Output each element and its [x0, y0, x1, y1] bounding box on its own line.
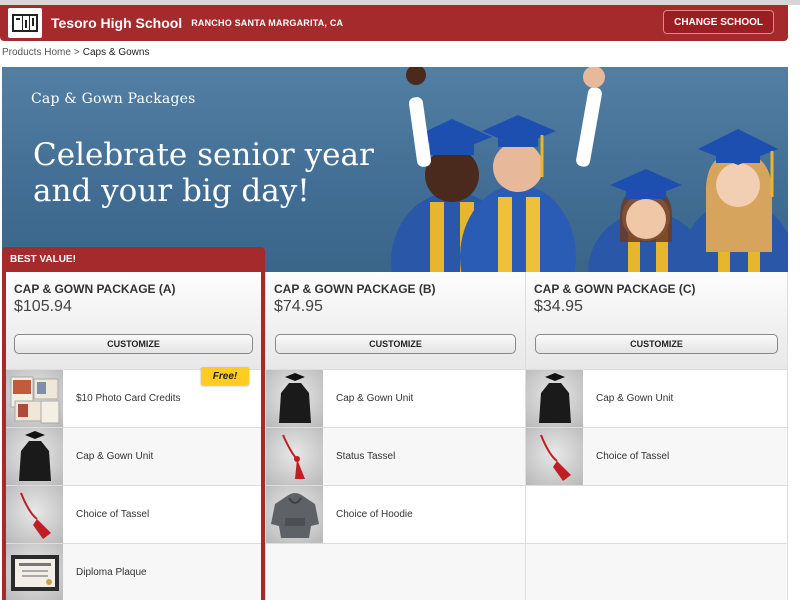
list-item[interactable]: Choice of Tassel [526, 428, 787, 486]
item-label: Choice of Tassel [76, 509, 150, 520]
empty-row [266, 544, 525, 600]
item-label: Diploma Plaque [76, 567, 147, 578]
item-label: Cap & Gown Unit [596, 393, 674, 404]
list-item[interactable]: Choice of Hoodie [266, 486, 525, 544]
package-price: $74.95 [274, 298, 323, 315]
breadcrumb: Products Home > Caps & Gowns [2, 47, 149, 58]
breadcrumb-home-link[interactable]: Products Home [2, 47, 71, 58]
package-price: $105.94 [14, 298, 72, 315]
plaque-icon [6, 544, 63, 600]
package-c-items: Cap & Gown Unit Choice of Tassel [526, 370, 787, 600]
item-label: Cap & Gown Unit [336, 393, 414, 404]
list-item[interactable]: Status Tassel [266, 428, 525, 486]
best-value-badge: BEST VALUE! [10, 254, 76, 265]
hero-subtitle: Cap & Gown Packages [31, 91, 196, 107]
package-card-c: CAP & GOWN PACKAGE (C) $34.95 CUSTOMIZE … [525, 272, 788, 600]
package-card-b: CAP & GOWN PACKAGE (B) $74.95 CUSTOMIZE … [265, 272, 525, 600]
customize-button-b[interactable]: CUSTOMIZE [275, 334, 516, 354]
package-b-items: Cap & Gown Unit Status Tassel Choice of … [266, 370, 525, 600]
item-label: $10 Photo Card Credits [76, 393, 181, 404]
customize-button-c[interactable]: CUSTOMIZE [535, 334, 778, 354]
package-b-header: CAP & GOWN PACKAGE (B) $74.95 CUSTOMIZE [266, 272, 525, 370]
list-item[interactable]: Cap & Gown Unit [526, 370, 787, 428]
package-card-a: BEST VALUE! CAP & GOWN PACKAGE (A) $105.… [2, 247, 265, 600]
package-a-header: CAP & GOWN PACKAGE (A) $105.94 CUSTOMIZE [6, 272, 261, 370]
breadcrumb-current: Caps & Gowns [82, 47, 150, 58]
list-item[interactable]: Choice of Tassel [6, 486, 261, 544]
school-crest-icon [12, 14, 38, 32]
gown-icon [6, 428, 63, 485]
school-name: Tesoro High School [51, 15, 183, 31]
list-item[interactable]: Diploma Plaque [6, 544, 261, 600]
change-school-button[interactable]: CHANGE SCHOOL [663, 10, 774, 34]
school-location: RANCHO SANTA MARGARITA, CA [191, 18, 344, 28]
list-item[interactable]: Cap & Gown Unit [6, 428, 261, 486]
customize-button-a[interactable]: CUSTOMIZE [14, 334, 253, 354]
gown-icon [266, 370, 323, 427]
package-list: BEST VALUE! CAP & GOWN PACKAGE (A) $105.… [2, 247, 788, 600]
item-label: Choice of Hoodie [336, 509, 413, 520]
package-title: CAP & GOWN PACKAGE (A) [14, 282, 176, 296]
empty-row [526, 486, 787, 544]
package-title: CAP & GOWN PACKAGE (B) [274, 282, 436, 296]
tassel-icon [6, 486, 63, 543]
free-badge: Free! [201, 367, 249, 385]
gown-icon [526, 370, 583, 427]
package-price: $34.95 [534, 298, 583, 315]
list-item[interactable]: $10 Photo Card Credits Free! [6, 367, 261, 428]
item-label: Choice of Tassel [596, 451, 670, 462]
tassel-icon [526, 428, 583, 485]
item-label: Cap & Gown Unit [76, 451, 154, 462]
graduates-photo [391, 67, 788, 277]
package-a-body: CAP & GOWN PACKAGE (A) $105.94 CUSTOMIZE [6, 272, 261, 600]
hoodie-icon [266, 486, 323, 543]
package-c-header: CAP & GOWN PACKAGE (C) $34.95 CUSTOMIZE [526, 272, 787, 370]
item-label: Status Tassel [336, 451, 396, 462]
empty-row [526, 544, 787, 600]
hero-banner: Cap & Gown Packages Celebrate senior yea… [2, 67, 788, 277]
tassel-icon [266, 428, 323, 485]
hero-title: Celebrate senior year and your big day! [33, 137, 374, 209]
package-a-items: $10 Photo Card Credits Free! Cap & Gown … [6, 367, 261, 600]
breadcrumb-separator: > [73, 47, 80, 58]
list-item[interactable]: Cap & Gown Unit [266, 370, 525, 428]
photo-cards-icon [6, 370, 63, 427]
package-title: CAP & GOWN PACKAGE (C) [534, 282, 696, 296]
school-logo[interactable] [8, 8, 42, 38]
site-header: Tesoro High School RANCHO SANTA MARGARIT… [0, 5, 788, 41]
